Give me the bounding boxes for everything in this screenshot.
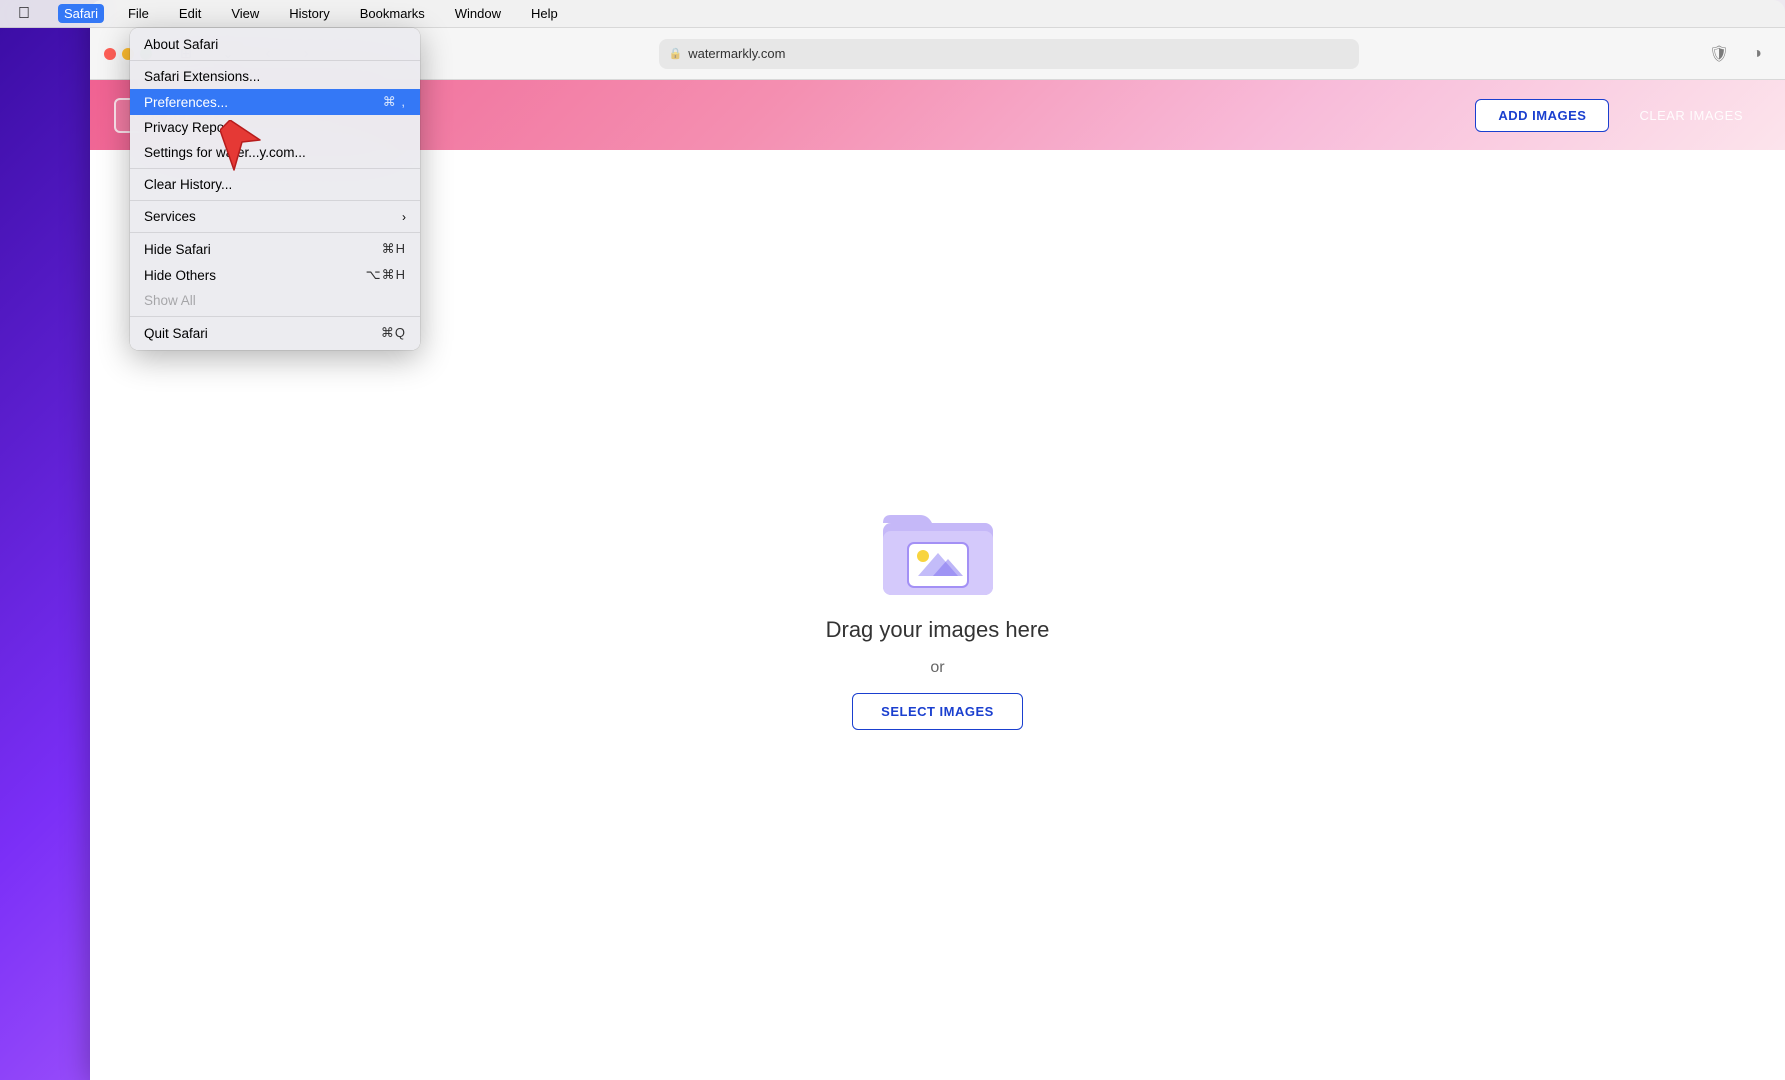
hide-others-shortcut: ⌥⌘H: [366, 267, 406, 283]
hide-safari-label: Hide Safari: [144, 242, 211, 257]
services-arrow-icon: ›: [402, 210, 406, 224]
hide-others-label: Hide Others: [144, 268, 216, 283]
menu-separator-3: [130, 200, 420, 201]
clear-history-label: Clear History...: [144, 177, 232, 192]
select-images-button[interactable]: SELECT IMAGES: [852, 693, 1023, 730]
bookmarks-menu-item[interactable]: Bookmarks: [354, 4, 431, 23]
preferences-shortcut: ⌘ ,: [383, 94, 406, 110]
history-menu-item[interactable]: History: [283, 4, 335, 23]
menu-item-services[interactable]: Services ›: [130, 204, 420, 229]
url-text: watermarkly.com: [688, 46, 785, 61]
menu-item-privacy-report[interactable]: Privacy Report...: [130, 115, 420, 140]
menu-item-safari-extensions[interactable]: Safari Extensions...: [130, 64, 420, 89]
toolbar-icons: 🛡 ◑: [1705, 40, 1771, 68]
clear-images-button[interactable]: CLEAR IMAGES: [1621, 100, 1761, 131]
privacy-report-label: Privacy Report...: [144, 120, 244, 135]
menu-bar:  Safari File Edit View History Bookmark…: [0, 0, 1785, 28]
safari-extensions-label: Safari Extensions...: [144, 69, 260, 84]
view-menu-item[interactable]: View: [225, 4, 265, 23]
edit-menu-item[interactable]: Edit: [173, 4, 207, 23]
menu-item-clear-history[interactable]: Clear History...: [130, 172, 420, 197]
apple-menu-item[interactable]: : [12, 3, 36, 25]
menu-item-hide-others[interactable]: Hide Others ⌥⌘H: [130, 262, 420, 288]
menu-item-hide-safari[interactable]: Hide Safari ⌘H: [130, 236, 420, 262]
window-menu-item[interactable]: Window: [449, 4, 507, 23]
help-menu-item[interactable]: Help: [525, 4, 564, 23]
services-label: Services: [144, 209, 196, 224]
menu-separator-1: [130, 60, 420, 61]
settings-for-water-label: Settings for water...y.com...: [144, 145, 306, 160]
drag-images-text: Drag your images here: [826, 617, 1050, 643]
hide-safari-shortcut: ⌘H: [382, 241, 406, 257]
quit-safari-label: Quit Safari: [144, 326, 208, 341]
file-menu-item[interactable]: File: [122, 4, 155, 23]
menu-item-settings-for-water[interactable]: Settings for water...y.com...: [130, 140, 420, 165]
lock-icon: 🔒: [669, 47, 683, 60]
folder-image-icon: [878, 501, 998, 601]
menu-item-quit-safari[interactable]: Quit Safari ⌘Q: [130, 320, 420, 346]
safari-dropdown-menu: About Safari Safari Extensions... Prefer…: [130, 28, 420, 350]
safari-menu-item[interactable]: Safari: [58, 4, 104, 23]
preferences-label: Preferences...: [144, 95, 228, 110]
menu-separator-5: [130, 316, 420, 317]
menu-separator-4: [130, 232, 420, 233]
menu-item-about-safari[interactable]: About Safari: [130, 32, 420, 57]
menu-item-show-all: Show All: [130, 288, 420, 313]
show-all-label: Show All: [144, 293, 196, 308]
menu-separator-2: [130, 168, 420, 169]
shield-icon[interactable]: ◑: [1743, 40, 1771, 68]
about-safari-label: About Safari: [144, 37, 218, 52]
or-text: or: [930, 659, 944, 677]
bitwarden-icon[interactable]: 🛡: [1705, 40, 1733, 68]
quit-safari-shortcut: ⌘Q: [381, 325, 406, 341]
menu-item-preferences[interactable]: Preferences... ⌘ ,: [130, 89, 420, 115]
close-window-button[interactable]: [104, 48, 116, 60]
address-bar[interactable]: 🔒 watermarkly.com: [659, 39, 1359, 69]
add-images-button[interactable]: ADD IMAGES: [1475, 99, 1609, 132]
